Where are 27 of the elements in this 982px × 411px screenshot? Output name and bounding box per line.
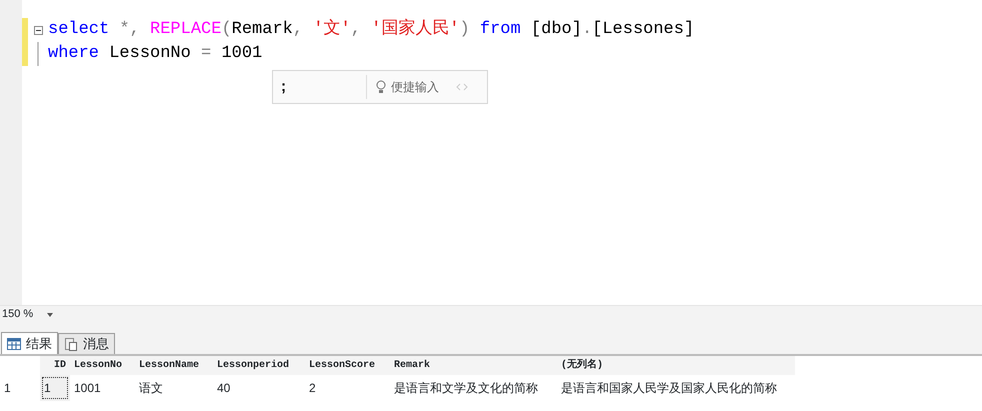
zoom-dropdown[interactable]: 150 %	[0, 306, 62, 323]
column-header: Lessonperiod	[213, 356, 305, 375]
ime-hint[interactable]: 便捷输入	[391, 78, 439, 96]
code-line: where LessonNo = 1001	[48, 43, 262, 66]
table-cell[interactable]: 40	[213, 375, 305, 401]
table-cell[interactable]: 1	[40, 375, 70, 401]
row-number: 1	[0, 375, 40, 401]
column-header: LessonScore	[305, 356, 390, 375]
lightbulb-icon	[375, 80, 387, 94]
grid-icon	[7, 338, 21, 350]
table-cell[interactable]: 2	[305, 375, 390, 401]
caret-icon	[47, 312, 54, 316]
column-header: LessonNo	[70, 356, 135, 375]
table-cell[interactable]: 是语言和文学及文化的简称	[390, 375, 557, 401]
ime-input[interactable]: ;	[273, 75, 367, 99]
column-header: (无列名)	[557, 356, 795, 375]
table-cell[interactable]: 是语言和国家人民学及国家人民化的简称	[557, 375, 795, 401]
column-header: Remark	[390, 356, 557, 375]
result-tab[interactable]: 消息	[58, 333, 115, 354]
collapse-icon[interactable]	[34, 26, 42, 34]
column-header: LessonName	[135, 356, 213, 375]
column-header: ID	[40, 356, 70, 375]
result-tab[interactable]: 结果	[1, 332, 58, 354]
table-cell[interactable]: 1001	[70, 375, 135, 401]
code-line: select *, REPLACE(Remark, '文', '国家人民') from [dbo].[Lessones]	[48, 18, 694, 42]
document-icon	[64, 337, 78, 351]
table-cell[interactable]: 语文	[135, 375, 213, 401]
